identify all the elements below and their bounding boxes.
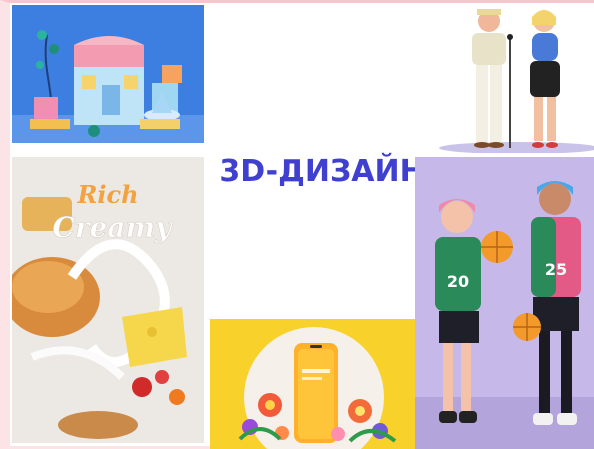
basketball-players-icon: 20 25 (415, 157, 594, 449)
phone-flowers-icon (210, 319, 418, 449)
singers-icon (414, 3, 594, 153)
toy-shop-image (12, 5, 204, 143)
page-title: 3D-ДИЗАЙН (219, 153, 425, 189)
creamy-lettering-creamy: Creamy (53, 211, 174, 244)
jersey-number-right: 25 (545, 260, 567, 279)
phone-flowers-image (210, 319, 418, 449)
slide: 3D-ДИЗАЙН Rich Creamy 20 25 (0, 0, 594, 449)
creamy-food-icon: Rich Creamy (12, 157, 204, 443)
jersey-number-left: 20 (447, 272, 469, 291)
singers-image (414, 3, 594, 153)
creamy-lettering-rich: Rich (76, 180, 138, 209)
toy-shop-icon (12, 5, 204, 143)
basketball-image: 20 25 (415, 157, 594, 449)
food-image: Rich Creamy (12, 157, 204, 443)
